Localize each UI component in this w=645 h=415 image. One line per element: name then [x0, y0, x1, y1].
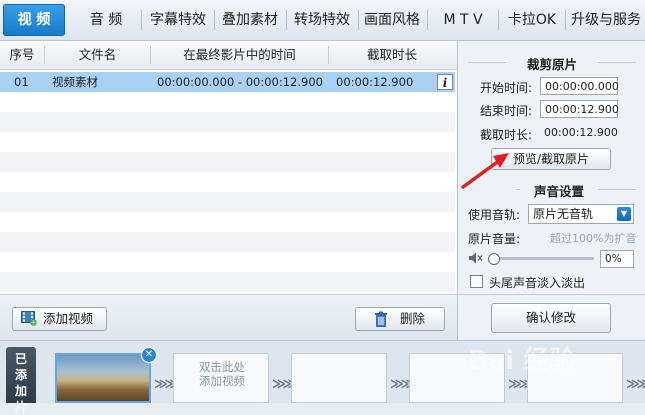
table-row-empty: [0, 192, 455, 212]
volume-value[interactable]: 0%: [600, 250, 634, 268]
header-time-in-movie: 在最终影片中的时间: [183, 47, 296, 62]
row-duration: 00:00:12.900: [336, 75, 414, 89]
row-time: 00:00:00.000 - 00:00:12.900: [157, 75, 323, 89]
header-filename: 文件名: [78, 47, 117, 62]
row-filename: 视频素材: [52, 75, 98, 89]
confirm-changes-button[interactable]: 确认修改: [491, 303, 611, 333]
annotation-arrow-icon: [461, 153, 509, 189]
added-clips-label: 已添加片: [6, 347, 36, 414]
chevron-down-icon[interactable]: ▼: [617, 207, 631, 221]
fade-checkbox[interactable]: [470, 275, 483, 288]
tab-mtv[interactable]: M T V: [432, 4, 494, 36]
tab-subtitle-effects[interactable]: 字幕特效: [145, 4, 211, 36]
tab-picture-style[interactable]: 画面风格: [361, 4, 423, 36]
header-index: 序号: [9, 47, 35, 62]
list-header: 序号 文件名 在最终影片中的时间 截取时长: [0, 41, 457, 70]
audio-track-value: 原片无音轨: [533, 207, 594, 221]
tab-karaoke[interactable]: 卡拉OK: [503, 4, 561, 36]
fade-label: 头尾声音淡入淡出: [489, 276, 586, 290]
clip-thumbnail[interactable]: ✕: [55, 347, 157, 403]
table-row-empty: [0, 272, 455, 292]
film-add-icon: [21, 311, 37, 326]
tab-divider: [214, 10, 215, 30]
volume-label: 原片音量:: [468, 232, 521, 246]
info-icon[interactable]: i: [437, 74, 453, 90]
row-index: 01: [14, 75, 29, 89]
delete-button[interactable]: 删除: [355, 307, 445, 331]
table-row[interactable]: 01 视频素材 00:00:00.000 - 00:00:12.900 00:0…: [0, 72, 455, 92]
header-duration: 截取时长: [366, 47, 417, 62]
add-video-label: 添加视频: [43, 311, 94, 326]
trim-section-title: 裁剪原片: [526, 57, 577, 72]
tab-divider: [498, 10, 499, 30]
start-time-input[interactable]: 00:00:00.000: [540, 77, 619, 95]
delete-label: 删除: [400, 311, 426, 326]
volume-slider-thumb[interactable]: [488, 253, 500, 265]
audio-track-label: 使用音轨:: [468, 208, 521, 222]
tab-divider: [358, 10, 359, 30]
empty-clip-slot[interactable]: [291, 353, 387, 403]
table-row-empty: [0, 112, 455, 132]
panel-divider: [458, 294, 645, 295]
tab-divider: [427, 10, 428, 30]
tab-video[interactable]: 视 频: [3, 4, 65, 36]
volume-slider-track[interactable]: [490, 257, 594, 260]
table-row-empty: [0, 152, 455, 172]
tab-upgrade-service[interactable]: 升级与服务: [568, 4, 644, 36]
table-row-empty: [0, 232, 455, 252]
section-divider: [468, 62, 506, 63]
transition-arrows-icon: ≫≫: [626, 377, 645, 392]
tab-divider: [141, 10, 142, 30]
trim-duration-label: 截取时长:: [480, 128, 533, 142]
section-divider: [598, 62, 636, 63]
tab-transition-effects[interactable]: 转场特效: [289, 4, 355, 36]
empty-slot-hint: 双击此处 添加视频: [199, 360, 245, 388]
volume-hint: 超过100%为扩音: [550, 232, 637, 245]
section-divider: [598, 189, 636, 190]
close-icon[interactable]: ✕: [141, 347, 157, 363]
speaker-mute-icon[interactable]: [468, 251, 484, 265]
start-time-label: 开始时间:: [480, 81, 533, 95]
tab-audio[interactable]: 音 频: [75, 4, 137, 36]
tab-overlay-material[interactable]: 叠加素材: [217, 4, 283, 36]
main-tab-bar: 视 频 音 频 字幕特效 叠加素材 转场特效 画面风格 M T V 卡拉OK 升…: [0, 0, 645, 41]
video-list: 序号 文件名 在最终影片中的时间 截取时长 01 视频素材 00:00:00.0…: [0, 41, 458, 294]
end-time-label: 结束时间:: [480, 104, 533, 118]
tab-divider: [286, 10, 287, 30]
trim-duration-value: 00:00:12.900: [544, 126, 618, 139]
trash-icon: [374, 311, 388, 327]
empty-clip-slot[interactable]: 双击此处 添加视频: [173, 353, 269, 403]
audio-track-select[interactable]: 原片无音轨 ▼: [528, 204, 634, 224]
end-time-input[interactable]: 00:00:12.900: [540, 100, 619, 118]
add-video-button[interactable]: 添加视频: [12, 307, 107, 331]
sound-section-title: 声音设置: [533, 184, 584, 199]
watermark: Bai 经验: [468, 346, 576, 376]
list-actions-bar: 添加视频 删除: [0, 294, 458, 340]
tab-divider: [565, 10, 566, 30]
